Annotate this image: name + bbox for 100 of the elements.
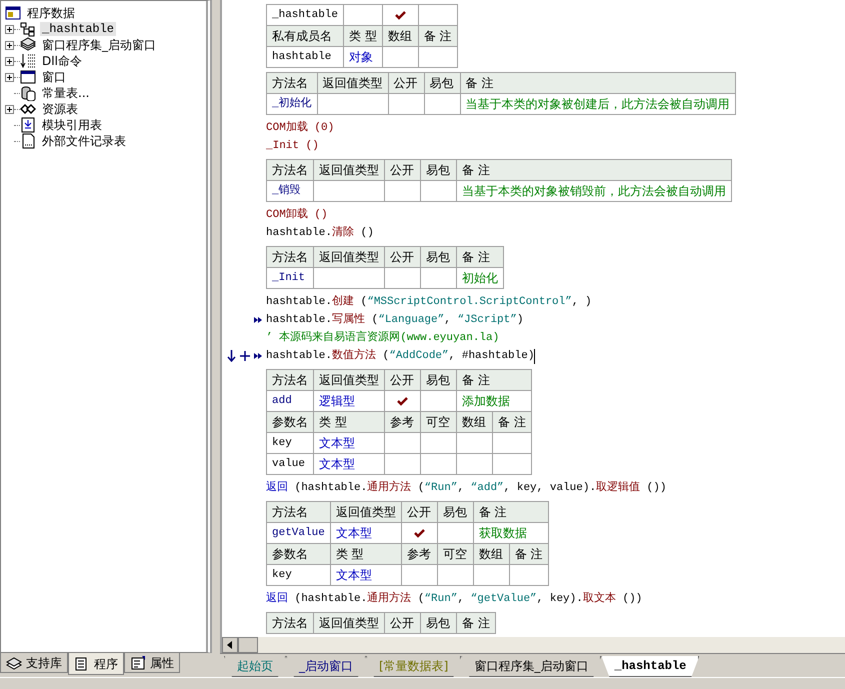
type-cell[interactable]: 文本型	[314, 454, 384, 474]
check-cell[interactable]	[420, 180, 456, 202]
column-header: 公开	[384, 370, 420, 390]
form-icon	[130, 654, 146, 670]
type-cell[interactable]: 对象	[344, 46, 382, 68]
code-line[interactable]: ’ 本源码来自易语言资源网(www.eyuyan.la)	[266, 329, 500, 347]
check-cell[interactable]	[420, 268, 456, 288]
check-cell[interactable]	[384, 268, 420, 288]
horizontal-scrollbar[interactable]	[220, 637, 845, 653]
name-cell[interactable]: key	[266, 432, 314, 454]
column-header: 返回值类型	[314, 612, 384, 634]
tree-item[interactable]: 外部文件记录表	[40, 134, 128, 148]
tree-item[interactable]: 窗口程序集_启动窗口	[40, 38, 158, 52]
stack-icon	[20, 37, 36, 53]
note-cell[interactable]: 当基于本类的对象被创建后，此方法会被自动调用	[460, 94, 736, 114]
table-cell[interactable]	[314, 268, 384, 288]
code-editor[interactable]	[220, 0, 845, 637]
type-cell[interactable]: 文本型	[314, 432, 384, 454]
column-header: 备 注	[418, 26, 458, 46]
tree-item[interactable]: _hashtable	[40, 22, 116, 36]
check-cell[interactable]	[424, 94, 460, 114]
code-line[interactable]: 返回 (hashtable.通用方法 (“Run”, “add”, key, value).取逻辑值 ())	[266, 479, 666, 497]
tree-item[interactable]: 程序数据	[25, 6, 77, 20]
editor-tab[interactable]: _启动窗口	[286, 656, 366, 677]
editor-tab[interactable]: 起始页	[224, 656, 286, 677]
code-line[interactable]: hashtable.写属性 (“Language”, “JScript”)	[266, 311, 524, 329]
name-cell[interactable]: _hashtable	[266, 4, 344, 26]
column-header: 备 注	[509, 544, 548, 564]
table-cell[interactable]	[314, 180, 384, 202]
check-cell[interactable]	[384, 180, 420, 202]
expand-icon[interactable]	[5, 104, 14, 114]
column-header: 返回值类型	[314, 246, 384, 268]
check-cell[interactable]	[420, 432, 456, 454]
panel-tab[interactable]: 支持库	[0, 653, 68, 673]
column-header: 易包	[420, 160, 456, 180]
tree-item[interactable]: 常量表...	[40, 86, 92, 100]
code-line[interactable]: 返回 (hashtable.通用方法 (“Run”, “getValue”, key).取文本 ())	[266, 590, 642, 608]
column-header: 私有成员名	[266, 26, 344, 46]
table-cell[interactable]	[492, 454, 532, 474]
name-cell[interactable]: key	[266, 564, 330, 586]
code-line[interactable]: hashtable.创建 (“MSScriptControl.ScriptControl”, )	[266, 293, 592, 311]
check-cell[interactable]	[384, 432, 420, 454]
tree-item[interactable]: 模块引用表	[40, 118, 104, 132]
tree-item[interactable]: Dll命令	[40, 54, 84, 68]
name-cell[interactable]: hashtable	[266, 46, 344, 68]
editor-tab[interactable]: 窗口程序集_启动窗口	[461, 656, 602, 677]
check-cell[interactable]	[456, 432, 492, 454]
expand-icon[interactable]	[5, 24, 14, 34]
table-cell[interactable]	[317, 94, 388, 114]
method-name-cell[interactable]: _Init	[266, 268, 314, 288]
type-cell[interactable]: 文本型	[330, 564, 402, 586]
scrollbar-thumb[interactable]	[238, 637, 258, 653]
column-header: 类 型	[330, 544, 402, 564]
expand-icon[interactable]	[5, 56, 14, 66]
code-line[interactable]: COM加载 (0)	[266, 119, 334, 137]
expand-icon[interactable]	[5, 72, 14, 82]
table-cell[interactable]	[509, 564, 548, 586]
column-header: 返回值类型	[314, 160, 384, 180]
check-cell[interactable]	[437, 564, 474, 586]
method-name-cell[interactable]: _销毁	[266, 180, 314, 202]
check-cell[interactable]	[456, 454, 492, 474]
table-cell[interactable]	[382, 46, 418, 68]
check-cell[interactable]	[384, 454, 420, 474]
down-arrow-icon	[227, 350, 236, 362]
double-triangle-icon	[254, 353, 262, 359]
plus-icon[interactable]	[240, 351, 250, 361]
column-header: 可空	[420, 412, 456, 432]
expand-icon[interactable]	[5, 40, 14, 50]
code-line[interactable]: hashtable.清除 ()	[266, 224, 374, 242]
tree-item[interactable]: 资源表	[40, 102, 80, 116]
document-icon	[20, 133, 36, 149]
code-line[interactable]: hashtable.数值方法 (“AddCode”, #hashtable)	[266, 347, 534, 365]
tree-item[interactable]: 窗口	[40, 70, 68, 84]
book-stack-icon	[6, 654, 22, 670]
check-cell[interactable]	[388, 94, 424, 114]
column-header: 参考	[401, 544, 438, 564]
code-line[interactable]: COM卸载 ()	[266, 206, 328, 224]
panel-tab[interactable]: 属性	[124, 653, 180, 673]
list-icon	[20, 53, 36, 69]
column-header: 参数名	[266, 544, 330, 564]
column-header: 备 注	[456, 246, 504, 268]
column-header: 方法名	[266, 160, 314, 180]
method-name-cell[interactable]: _初始化	[266, 94, 318, 114]
text-cursor	[534, 348, 536, 364]
check-cell[interactable]	[420, 454, 456, 474]
check-cell[interactable]	[473, 564, 510, 586]
scroll-left-button[interactable]	[222, 637, 238, 653]
editor-tab[interactable]: _hashtable	[601, 656, 700, 677]
note-cell[interactable]: 当基于本类的对象被销毁前，此方法会被自动调用	[456, 180, 732, 202]
check-cell[interactable]	[401, 564, 438, 586]
note-cell[interactable]: 初始化	[456, 268, 504, 288]
module-icon	[20, 117, 36, 133]
code-line[interactable]: _Init ()	[266, 137, 319, 155]
panel-tab[interactable]: 程序	[68, 653, 124, 675]
column-header: 返回值类型	[317, 72, 388, 94]
table-cell[interactable]	[492, 432, 532, 454]
column-header: 方法名	[266, 502, 330, 522]
column-header: 类 型	[314, 412, 384, 432]
table-cell[interactable]	[418, 46, 458, 68]
name-cell[interactable]: value	[266, 454, 314, 474]
